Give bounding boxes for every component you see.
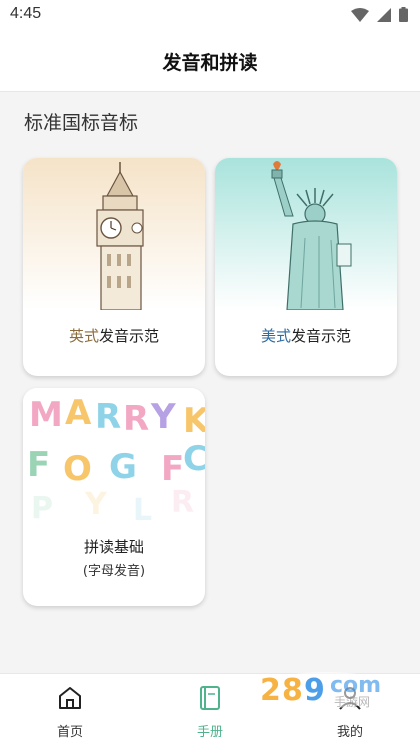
svg-text:8: 8 [282,673,303,708]
app-header: 发音和拼读 [0,30,420,92]
american-card-label: 美式发音示范 [215,325,397,346]
site-watermark-logo: 2 8 9 com 手游网 [258,672,394,709]
british-accent-text: 英式 [68,327,99,345]
status-time: 4:45 [10,5,42,22]
american-accent-text: 美式 [260,327,291,345]
cellular-signal-icon [377,7,391,22]
svg-text:手游网: 手游网 [334,695,370,709]
british-label-text: 发音示范 [99,327,160,345]
tab-home[interactable]: 首页 [0,674,140,746]
colorful-letters-illustration: M A R R Y K F O G F C P Y L R [23,388,205,540]
book-icon [200,686,220,710]
phonics-basics-card[interactable]: M A R R Y K F O G F C P Y L R 拼读基础 (字母发音… [23,388,205,606]
svg-text:A: A [65,393,92,433]
section-title: 标准国标音标 [24,112,139,134]
svg-text:Y: Y [150,397,176,437]
american-label-text: 发音示范 [291,327,352,345]
home-icon [59,687,81,709]
status-icons [351,7,408,22]
american-pronunciation-card[interactable]: 美式发音示范 [215,158,397,376]
status-bar: 4:45 [0,0,420,30]
svg-text:F: F [161,449,184,489]
statue-of-liberty-illustration [215,158,397,310]
svg-text:2: 2 [260,673,281,708]
svg-text:G: G [109,447,137,487]
phonics-card-label: 拼读基础 [83,538,144,556]
svg-text:K: K [183,401,205,441]
wifi-icon [351,7,369,22]
tab-profile-label: 我的 [336,725,363,740]
big-ben-illustration [23,158,205,310]
svg-text:C: C [183,439,205,479]
svg-text:R: R [95,397,121,437]
tab-handbook-label: 手册 [196,725,223,740]
page-title: 发音和拼读 [162,52,258,74]
tab-home-label: 首页 [56,725,83,740]
phonics-card-sublabel: (字母发音) [82,564,146,579]
battery-icon [399,7,408,22]
svg-text:9: 9 [304,673,325,708]
british-pronunciation-card[interactable]: 英式发音示范 [23,158,205,376]
svg-text:F: F [27,445,50,485]
british-card-label: 英式发音示范 [23,325,205,346]
svg-text:O: O [63,449,92,489]
svg-text:M: M [29,395,63,435]
svg-text:R: R [123,399,149,439]
